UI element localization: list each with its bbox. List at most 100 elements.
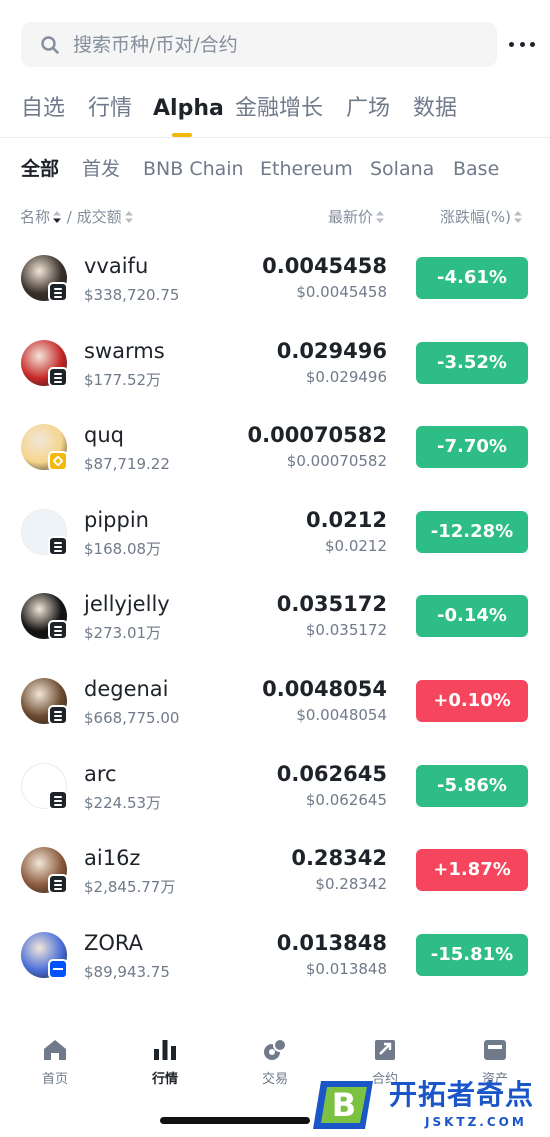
price-change-badge[interactable]: -3.52% [416, 341, 528, 384]
solana-chain-icon [48, 535, 68, 556]
sort-icon [376, 211, 385, 223]
token-list: vvaifu $338,720.75 0.0045458 $0.0045458 -4.6… [0, 235, 550, 1015]
watermark-subtitle: JSKTZ.COM [425, 1115, 527, 1129]
token-price: 0.0045458 [262, 254, 387, 278]
token-usd-price: $0.035172 [305, 621, 387, 640]
price-change-badge[interactable]: +1.87% [416, 849, 528, 892]
token-row[interactable]: degenai $668,775.00 0.0048054 $0.0048054 +0.… [0, 658, 550, 742]
token-name: pippin [84, 507, 149, 532]
token-price: 0.00070582 [247, 423, 387, 448]
svg-text:B: B [332, 1086, 356, 1124]
token-row[interactable]: ZORA $89,943.75 0.013848 $0.013848 -15.81% [0, 912, 550, 996]
token-name: vvaifu [84, 254, 149, 278]
nav-markets[interactable]: 行情 [125, 1033, 205, 1093]
price-change-badge[interactable]: -5.86% [416, 764, 528, 807]
price-change-badge[interactable]: -7.70% [416, 426, 528, 469]
token-avatar [21, 847, 68, 895]
token-row[interactable]: ai16z $2,845.77万 0.28342 $0.28342 +1.87% [0, 827, 550, 911]
price-change-badge[interactable]: -4.61% [416, 257, 528, 299]
bnb-chain-icon [48, 451, 68, 472]
main-tabs: 自选 行情 Alpha 金融增长 广场 数据 [0, 90, 550, 137]
subtab-solana[interactable]: Solana [370, 156, 434, 182]
token-avatar [21, 678, 68, 725]
watermark-title: 开拓者奇点 [389, 1078, 535, 1111]
token-name: jellyjelly [84, 592, 170, 617]
nav-trade[interactable]: 交易 [235, 1033, 315, 1093]
wallet-icon [484, 1040, 506, 1060]
token-volume: $168.08万 [84, 539, 162, 558]
subtab-launch[interactable]: 首发 [82, 156, 120, 182]
token-avatar [21, 255, 68, 302]
column-header-name-volume[interactable]: 名称 / 成交额 [20, 206, 134, 228]
token-row[interactable]: pippin $168.08万 0.0212 $0.0212 -12.28% [0, 489, 550, 573]
price-change-badge[interactable]: -15.81% [416, 933, 528, 976]
search-row: 搜索币种/币对/合约 [0, 0, 550, 82]
column-name-label: 名称 [20, 208, 51, 226]
nav-markets-label: 行情 [151, 1072, 178, 1087]
token-usd-price: $0.029496 [305, 367, 387, 386]
tab-square[interactable]: 广场 [346, 94, 390, 124]
price-change-badge[interactable]: +0.10% [416, 680, 528, 722]
price-change-badge[interactable]: -12.28% [416, 510, 528, 553]
solana-chain-icon [48, 874, 68, 895]
divider [0, 137, 550, 138]
token-volume: $273.01万 [84, 624, 162, 643]
token-avatar [21, 339, 68, 387]
token-usd-price: $0.0048054 [296, 706, 387, 724]
column-volume-label: / 成交额 [66, 208, 122, 226]
token-avatar [21, 424, 68, 472]
tab-earn-growth[interactable]: 金融增长 [235, 94, 323, 124]
token-usd-price: $0.013848 [305, 959, 387, 978]
nav-trade-label: 交易 [261, 1072, 288, 1087]
token-row[interactable]: ZETA0.0010 [0, 996, 550, 1015]
token-avatar [21, 593, 68, 641]
token-name: ZORA [84, 930, 144, 955]
tab-watchlist[interactable]: 自选 [21, 94, 65, 124]
token-name: arc [84, 761, 117, 786]
token-row[interactable]: quq $87,719.22 0.00070582 $0.00070582 -7.70% [0, 404, 550, 488]
token-volume: $89,943.75 [84, 962, 170, 981]
tab-markets[interactable]: 行情 [88, 94, 132, 124]
token-row[interactable]: arc $224.53万 0.062645 $0.062645 -5.86% [0, 743, 550, 827]
token-row[interactable]: swarms $177.52万 0.029496 $0.029496 -3.52% [0, 320, 550, 404]
solana-chain-icon [48, 789, 68, 810]
tab-data[interactable]: 数据 [413, 94, 457, 124]
subtab-bnb-chain[interactable]: BNB Chain [143, 156, 244, 182]
nav-home[interactable]: 首页 [15, 1033, 95, 1093]
token-price: 0.029496 [276, 338, 387, 363]
subtab-all[interactable]: 全部 [21, 156, 59, 182]
search-input[interactable]: 搜索币种/币对/合约 [21, 22, 497, 67]
token-avatar [21, 762, 68, 810]
token-volume: $668,775.00 [84, 709, 180, 727]
solana-chain-icon [48, 705, 68, 725]
more-options-icon[interactable] [509, 33, 535, 55]
token-usd-price: $0.00070582 [286, 452, 387, 471]
token-row[interactable]: vvaifu $338,720.75 0.0045458 $0.0045458 -4.6… [0, 235, 550, 319]
token-volume: $224.53万 [84, 793, 162, 812]
token-row[interactable]: jellyjelly $273.01万 0.035172 $0.035172 -0.14… [0, 573, 550, 657]
solana-chain-icon [48, 620, 68, 641]
token-price: 0.035172 [276, 592, 387, 617]
token-name: degenai [84, 677, 169, 701]
column-header-change[interactable]: 涨跌幅(%) [440, 206, 523, 228]
token-price: 0.013848 [276, 930, 387, 955]
tab-alpha[interactable]: Alpha [153, 94, 224, 124]
token-price: 0.062645 [276, 761, 387, 786]
sort-icon [53, 211, 62, 223]
search-icon [41, 36, 59, 54]
sort-icon [513, 211, 522, 223]
home-icon [44, 1040, 66, 1060]
price-change-badge[interactable]: -0.14% [416, 595, 528, 638]
token-usd-price: $0.0045458 [296, 283, 387, 301]
column-change-label: 涨跌幅(%) [440, 208, 511, 226]
token-usd-price: $0.0212 [324, 536, 387, 555]
base-chain-icon [48, 958, 68, 979]
column-header-price[interactable]: 最新价 [328, 206, 385, 228]
futures-icon [375, 1040, 395, 1060]
token-usd-price: $0.28342 [315, 875, 387, 894]
subtab-base[interactable]: Base [453, 156, 499, 182]
watermark-logo: B [313, 1081, 373, 1129]
home-indicator [160, 1117, 310, 1124]
trade-icon [264, 1038, 287, 1060]
subtab-ethereum[interactable]: Ethereum [260, 156, 353, 182]
